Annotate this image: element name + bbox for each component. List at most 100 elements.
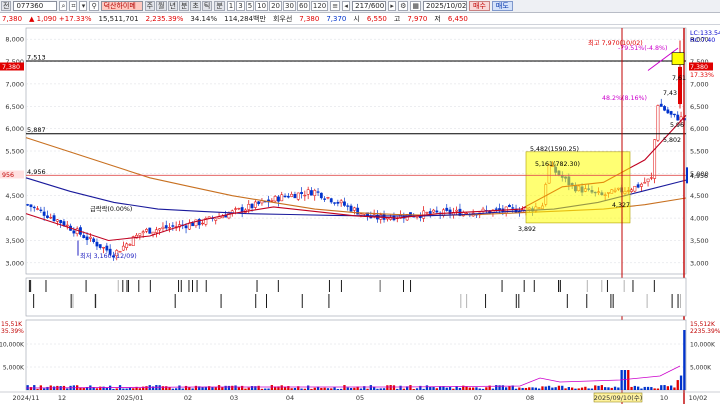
volume-bar	[231, 385, 234, 390]
date-input[interactable]: 2025/10/02	[423, 1, 468, 11]
volume-bar	[452, 388, 455, 390]
volume-bar	[412, 388, 415, 390]
candle-body	[283, 195, 287, 198]
volume-bar	[323, 387, 326, 390]
x-tick-label: 2025/09/10(수)	[594, 394, 643, 402]
volume-bar	[310, 388, 313, 390]
volume-bar	[633, 385, 637, 390]
x-tick-label: 04	[286, 394, 294, 402]
candle-body	[207, 216, 211, 219]
candle-body	[633, 185, 637, 192]
candle-body	[300, 192, 303, 195]
volume-bar	[184, 385, 188, 390]
candle-body	[247, 204, 251, 210]
volume-bar	[313, 387, 316, 390]
candle-body	[630, 189, 633, 192]
x-tick-label: 02	[184, 394, 192, 402]
volume-bar	[534, 387, 538, 390]
chart-annotation-2: 5,482(1590.25)	[530, 146, 579, 153]
sell-button[interactable]: 매도	[491, 1, 513, 11]
volume-bar	[267, 388, 270, 390]
lock-icon[interactable]: ⌗	[69, 1, 78, 11]
candle-body	[138, 233, 142, 236]
candle-body-last	[678, 66, 682, 105]
volume-bar	[386, 385, 389, 390]
dropdown-icon[interactable]: ▾	[79, 1, 88, 11]
volume-bar	[303, 388, 307, 390]
minute-options: 1 3 5 10 20 30 60 120	[226, 1, 329, 11]
candle-body	[158, 228, 162, 231]
period-tab-1[interactable]: 월	[156, 1, 167, 11]
trade-amount: 114,284백만	[224, 15, 266, 23]
chart-annotation-12: -79.51%(-4.8%)	[618, 45, 667, 52]
volume-bar	[320, 387, 323, 390]
stock-code-input[interactable]: 077360	[13, 1, 58, 11]
candle-body	[257, 201, 261, 205]
stock-type-select[interactable]: 전	[1, 1, 12, 11]
volume-bar	[613, 386, 617, 390]
candle-body	[62, 221, 66, 226]
left-tag-1: 956	[2, 172, 14, 179]
candle-body	[191, 222, 195, 227]
candle-body	[145, 229, 148, 232]
candle-body	[55, 219, 59, 222]
volume-bar	[26, 385, 29, 390]
volume-bar	[369, 385, 373, 390]
candle-body	[656, 105, 660, 141]
calendar-icon[interactable]: ▦	[410, 1, 422, 11]
period-tab-4[interactable]: 초	[190, 1, 201, 11]
volume-bar	[669, 385, 673, 390]
candle-body	[349, 205, 353, 212]
x-tick-label: 03	[230, 394, 238, 402]
candle	[656, 104, 660, 142]
candle-body	[250, 203, 254, 209]
volume-bar	[379, 388, 382, 390]
volume-bar	[201, 387, 204, 390]
next-icon[interactable]: ▸	[388, 1, 397, 11]
minute-option-20[interactable]: 20	[269, 1, 283, 11]
y-tick-label-right: 5,500	[690, 148, 709, 156]
candle-body	[465, 212, 468, 215]
volume-bar	[491, 388, 495, 390]
volume-bar	[660, 385, 663, 390]
minute-option-5[interactable]: 5	[245, 1, 255, 11]
candle-body	[234, 208, 237, 210]
x-tick-label: 06	[416, 394, 424, 402]
minute-option-30[interactable]: 30	[283, 1, 296, 11]
period-tab-3[interactable]: 분	[178, 1, 190, 11]
candle-body	[92, 238, 96, 242]
period-tabs: 주월년분초틱	[144, 1, 213, 11]
search-icon[interactable]: ⌕	[59, 1, 68, 11]
candle-body	[171, 225, 175, 227]
volume-bar	[458, 387, 462, 390]
stock-name-field[interactable]: 덕산하이메	[100, 1, 143, 11]
x-tick-label: 12	[58, 394, 66, 402]
minute-option-3[interactable]: 3	[236, 1, 245, 11]
period-tab-0[interactable]: 주	[144, 1, 156, 11]
minute-option-60[interactable]: 60	[296, 1, 310, 11]
y-tick-label-right: 4,000	[690, 215, 709, 223]
period-tab-2[interactable]: 년	[167, 1, 178, 11]
volume-bar	[396, 388, 399, 390]
chart-annotation-9: 5,96	[670, 122, 684, 129]
candle-body	[455, 209, 459, 212]
candle-body	[65, 224, 69, 227]
volume-bar	[422, 388, 425, 390]
minute-option-1[interactable]: 1	[226, 1, 236, 11]
bar-count-field[interactable]: 217/600	[352, 1, 387, 11]
volume-bar	[597, 385, 600, 390]
settings-icon[interactable]: ⚙	[398, 1, 409, 11]
period-tab-5[interactable]: 틱	[201, 1, 213, 11]
minute-option-120[interactable]: 120	[310, 1, 329, 11]
chart-annotation-3: 5,161(782.30)	[535, 161, 580, 168]
buy-button[interactable]: 매수	[469, 1, 490, 11]
minute-option-10[interactable]: 10	[255, 1, 269, 11]
candle-body	[346, 205, 350, 207]
list-icon[interactable]: ≡	[330, 1, 341, 11]
prev-icon[interactable]: ◂	[342, 1, 351, 11]
stock-chart[interactable]: 3,000 3,000 3,500 3,500 4,000 4,000 4,500 4,500…	[0, 26, 720, 404]
low-label: 저	[434, 15, 441, 23]
candle-body	[141, 231, 145, 234]
candle-body	[52, 215, 56, 221]
magnifier-icon[interactable]: ⚲	[89, 1, 99, 11]
